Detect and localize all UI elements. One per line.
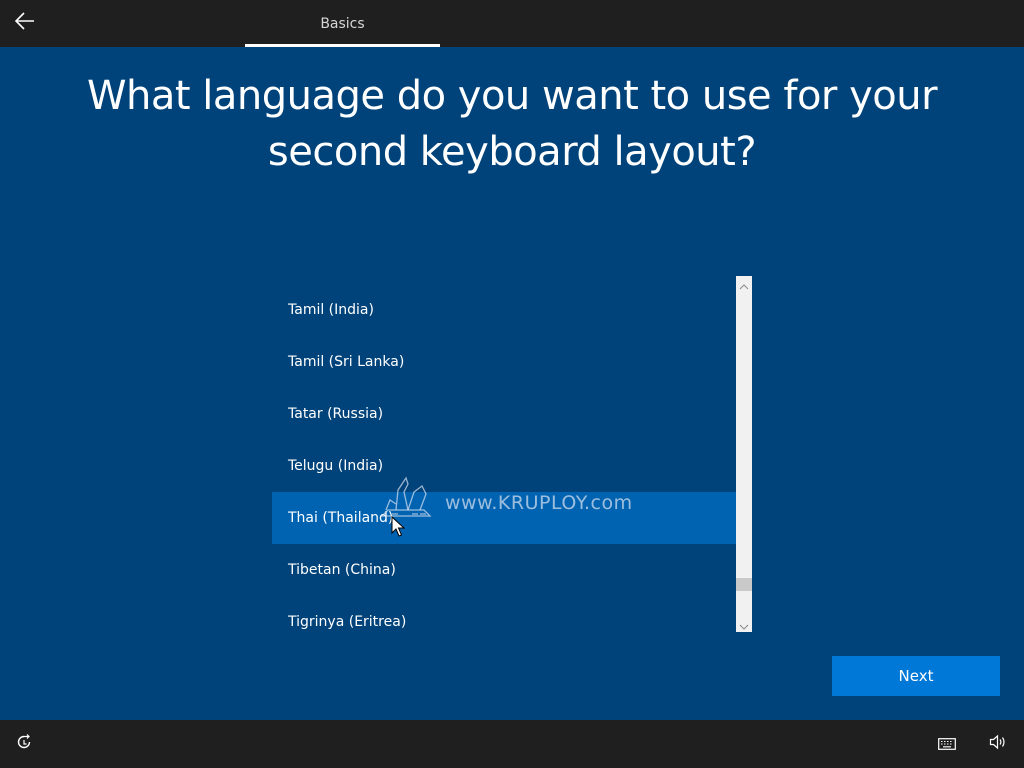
keyboard-icon <box>938 735 956 754</box>
scroll-up-button[interactable] <box>736 276 752 292</box>
top-bar: Basics <box>0 0 1024 47</box>
scroll-down-button[interactable] <box>736 616 752 632</box>
list-item[interactable]: Tatar (Russia) <box>272 388 736 440</box>
page-title: What language do you want to use for you… <box>60 68 964 180</box>
list-item[interactable]: Telugu (India) <box>272 440 736 492</box>
scroll-thumb[interactable] <box>736 578 752 591</box>
next-button[interactable]: Next <box>832 656 1000 696</box>
list-item[interactable]: Tamil (India) <box>272 284 736 336</box>
list-scrollbar[interactable] <box>736 276 752 632</box>
list-item[interactable]: Tigrinya (Eritrea) <box>272 596 736 632</box>
volume-icon <box>989 734 1007 754</box>
language-list[interactable]: Tamil (India) Tamil (Sri Lanka) Tatar (R… <box>272 276 752 632</box>
tab-active-indicator <box>245 44 440 47</box>
chevron-down-icon <box>739 615 749 634</box>
back-button[interactable] <box>10 8 40 38</box>
list-item[interactable]: Tibetan (China) <box>272 544 736 596</box>
arrow-left-icon <box>14 12 35 34</box>
ease-of-access-icon <box>15 733 33 755</box>
ease-of-access-button[interactable] <box>14 734 34 754</box>
list-item-selected[interactable]: Thai (Thailand) <box>272 492 736 544</box>
page-title-line-2: second keyboard layout? <box>267 129 757 175</box>
bottom-bar <box>0 720 1024 768</box>
keyboard-button[interactable] <box>937 734 957 754</box>
list-item[interactable]: Tamil (Sri Lanka) <box>272 336 736 388</box>
chevron-up-icon <box>739 275 749 294</box>
page-title-line-1: What language do you want to use for you… <box>86 73 938 119</box>
tab-basics[interactable]: Basics <box>245 0 440 47</box>
volume-button[interactable] <box>988 734 1008 754</box>
